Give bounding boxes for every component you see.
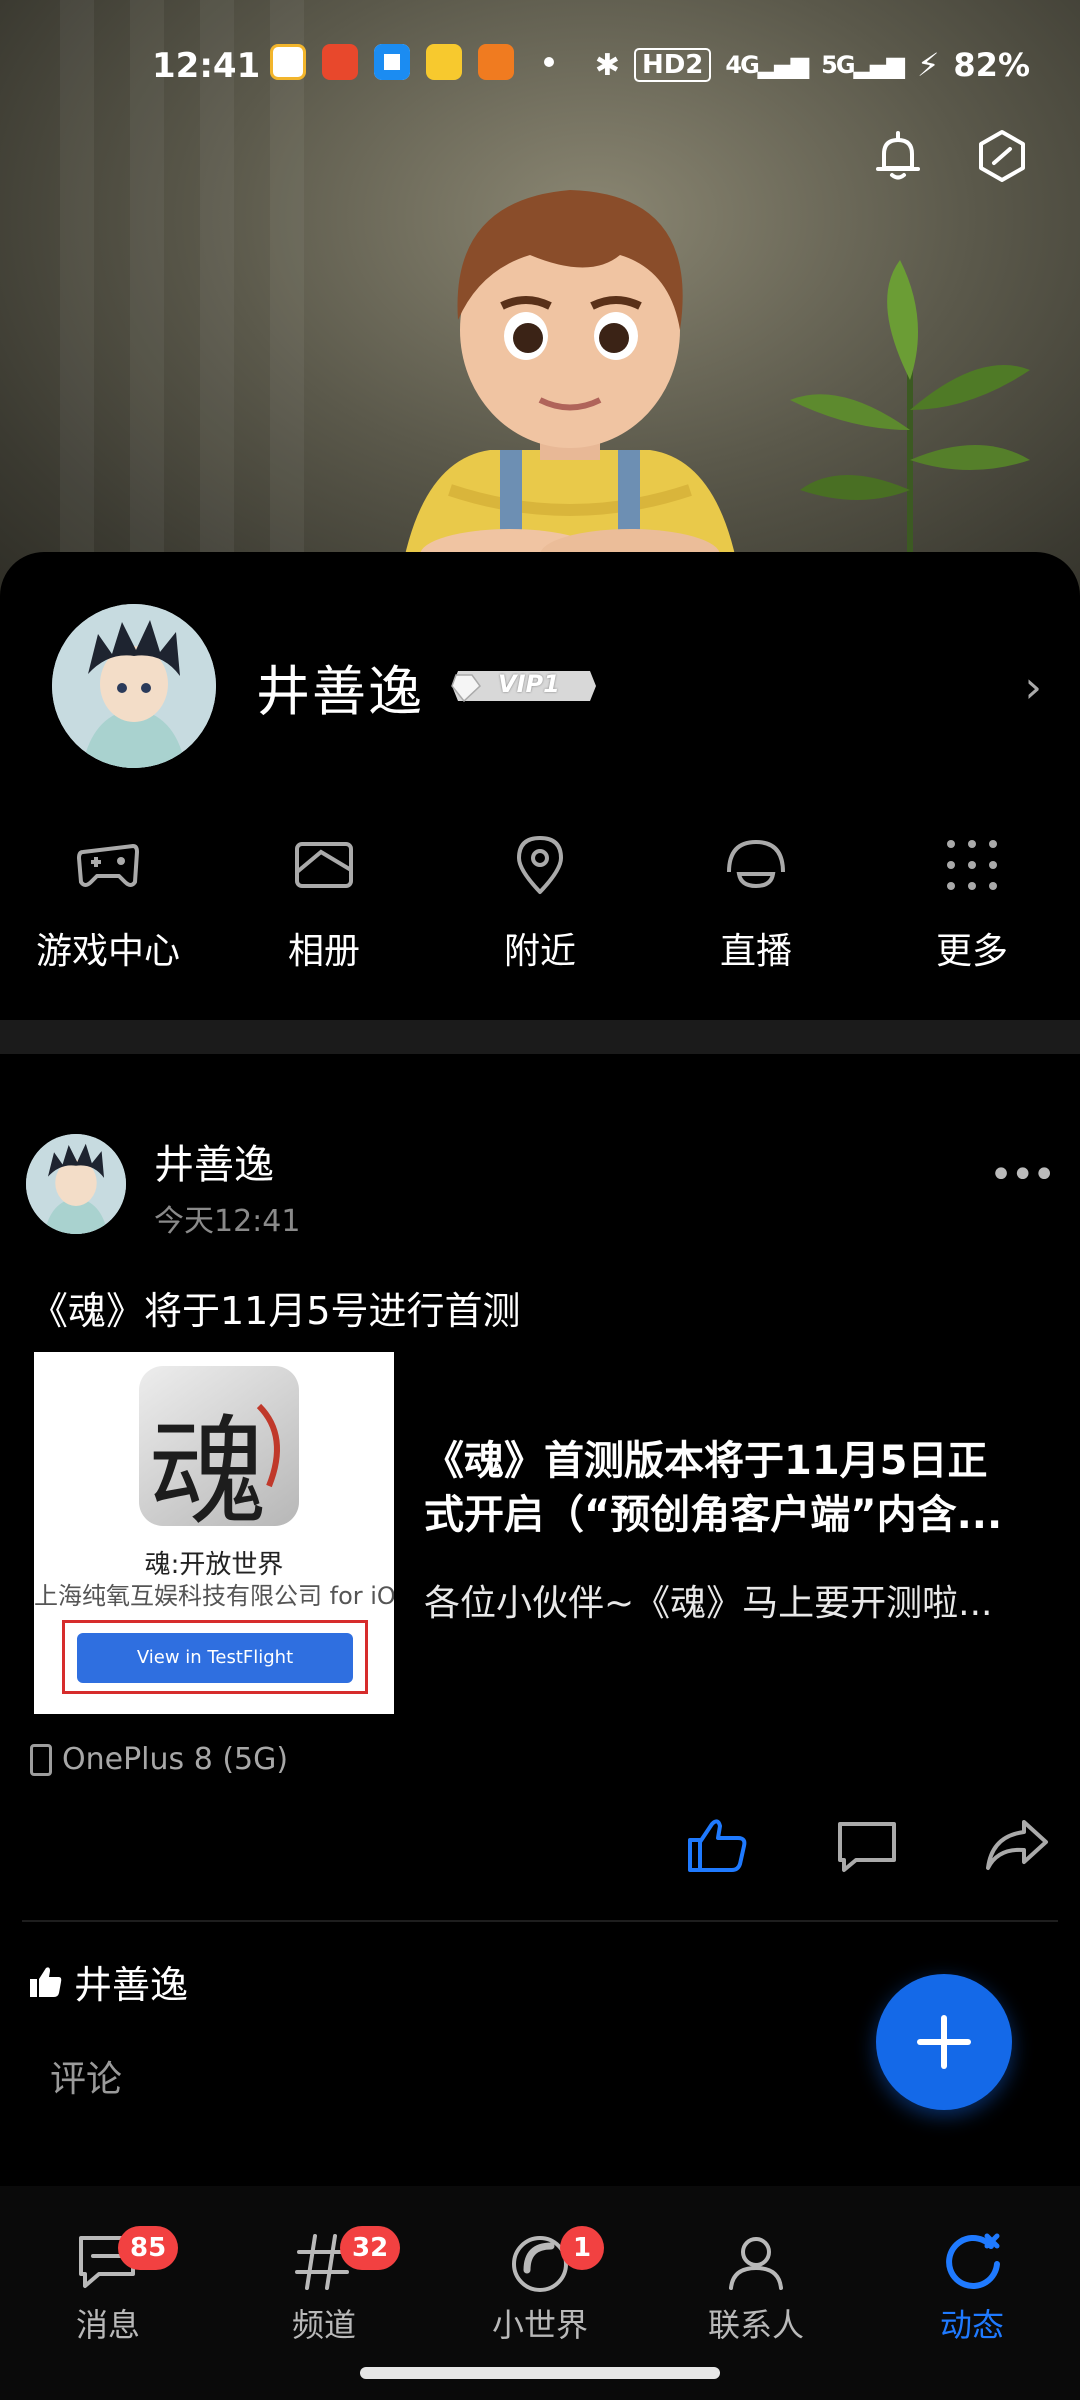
quick-actions: 游戏中心 相册 附近 直播 更多 (0, 832, 1080, 974)
comment-input[interactable]: 评论 (50, 2050, 122, 2102)
nav-feed[interactable]: 动态 (864, 2230, 1080, 2346)
share-icon[interactable] (984, 1816, 1050, 1874)
post-author-avatar[interactable] (26, 1134, 126, 1234)
post-separator (22, 1920, 1058, 1922)
nav-small-world[interactable]: 1 小世界 (432, 2226, 648, 2346)
game-app-icon: 魂 (139, 1366, 299, 1526)
notification-app-icons (270, 44, 554, 80)
quick-action-game-center[interactable]: 游戏中心 (0, 832, 216, 974)
create-post-button[interactable] (876, 1974, 1012, 2110)
gamepad-icon (77, 844, 139, 887)
status-bar: 12:41 ✱ HD2 4G▂▄▆ 5G▂▄▆ ⚡ 82% (0, 30, 1080, 110)
section-divider (0, 1020, 1080, 1054)
chevron-right-icon[interactable]: › (1024, 662, 1042, 713)
signal-5g-icon: 5G▂▄▆ (821, 51, 905, 79)
quick-action-label: 附近 (503, 931, 576, 972)
nav-label: 联系人 (707, 2306, 804, 2344)
quick-action-label: 更多 (935, 931, 1008, 972)
charging-icon: ⚡ (916, 46, 940, 84)
phone-icon (30, 1743, 52, 1776)
nav-messages[interactable]: 85 消息 (0, 2226, 216, 2346)
thumbnail-highlight-box: View in TestFlight (62, 1620, 368, 1694)
quick-action-live[interactable]: 直播 (648, 832, 864, 974)
quick-action-more[interactable]: 更多 (864, 832, 1080, 974)
more-notifications-dot (544, 57, 554, 67)
message-count-badge: 85 (118, 2226, 179, 2270)
small-world-badge: 1 (560, 2226, 604, 2270)
plant-decoration (790, 260, 1030, 560)
like-thumb-icon[interactable] (684, 1816, 750, 1874)
shared-link-title: 《魂》首测版本将于11月5日正 式开启（“预创角客户端”内含... (424, 1438, 1003, 1538)
like-small-icon (30, 1966, 62, 1997)
contacts-icon (729, 2237, 783, 2290)
post-text: 《魂》将于11月5号进行首测 (30, 1289, 521, 1333)
bottom-navigation: 85 消息 32 频道 1 小世界 联系人 动态 (0, 2186, 1080, 2400)
more-options-icon[interactable]: ••• (989, 1152, 1056, 1198)
signal-4g-icon: 4G▂▄▆ (725, 51, 809, 79)
shared-link-thumbnail: 魂 魂:开放世界 上海纯氧互娱科技有限公司 for iOS View in Te… (34, 1352, 394, 1714)
quick-action-album[interactable]: 相册 (216, 832, 432, 974)
orange-app-icon (478, 44, 514, 80)
channel-count-badge: 32 (340, 2226, 401, 2270)
liker-name[interactable]: 井善逸 (74, 1954, 188, 2009)
profile-row[interactable]: 井善逸 VIP1 › (52, 604, 1042, 768)
vip-label: VIP1 (498, 670, 560, 698)
plus-icon (917, 2015, 971, 2069)
post-actions (684, 1816, 1050, 1874)
thumbnail-company: 上海纯氧互娱科技有限公司 for iOS (34, 1582, 394, 1610)
likes-list[interactable]: 井善逸 (28, 1954, 188, 2009)
status-right-cluster: ✱ HD2 4G▂▄▆ 5G▂▄▆ ⚡ 82% (595, 46, 1030, 84)
hexagon-settings-icon[interactable] (974, 128, 1030, 184)
3d-avatar-image (400, 190, 740, 580)
album-icon (295, 842, 353, 888)
vip-badge[interactable]: VIP1 (450, 667, 598, 705)
bluetooth-icon: ✱ (594, 47, 620, 83)
quick-action-label: 游戏中心 (35, 931, 180, 972)
weibo-app-icon (426, 44, 462, 80)
nav-label: 频道 (291, 2306, 356, 2344)
avatar[interactable] (52, 604, 216, 768)
quick-action-label: 直播 (719, 931, 792, 972)
profile-name: 井善逸 (256, 659, 424, 723)
red-app-icon (322, 44, 358, 80)
device-info: OnePlus 8 (5G) (30, 1742, 288, 1777)
battery-level: 82% (953, 46, 1030, 84)
bell-icon[interactable] (870, 128, 926, 184)
quick-action-nearby[interactable]: 附近 (432, 832, 648, 974)
nav-channels[interactable]: 32 频道 (216, 2226, 432, 2346)
post-timestamp: 今天12:41 (154, 1204, 301, 1239)
header-actions (870, 128, 1030, 184)
comment-icon[interactable] (834, 1816, 900, 1874)
nav-label: 动态 (939, 2306, 1004, 2344)
device-name: OnePlus 8 (5G) (62, 1742, 289, 1777)
profile-sheet: 井善逸 VIP1 › 游戏中心 相册 附近 直播 更多 (0, 552, 1080, 1022)
shared-link-card[interactable]: 魂 魂:开放世界 上海纯氧互娱科技有限公司 for iOS View in Te… (34, 1352, 1050, 1714)
shared-link-description: 各位小伙伴~《魂》马上要开测啦... (424, 1583, 993, 1624)
nav-contacts[interactable]: 联系人 (648, 2230, 864, 2346)
wallet-app-icon (270, 44, 306, 80)
testflight-button: View in TestFlight (77, 1633, 353, 1683)
home-indicator[interactable] (360, 2367, 720, 2379)
blue-ring-app-icon (374, 44, 410, 80)
nav-label: 消息 (75, 2306, 140, 2344)
post-author-name[interactable]: 井善逸 (154, 1132, 274, 1190)
profile-cover[interactable]: 12:41 ✱ HD2 4G▂▄▆ 5G▂▄▆ ⚡ 82% (0, 0, 1080, 620)
feed-icon (946, 2233, 1000, 2289)
nav-label: 小世界 (491, 2306, 588, 2344)
live-icon (727, 839, 785, 889)
hd-icon: HD2 (633, 48, 712, 82)
grid-dots-icon (947, 840, 997, 890)
location-pin-icon (517, 836, 563, 894)
status-time: 12:41 (152, 46, 261, 86)
quick-action-label: 相册 (287, 931, 360, 972)
